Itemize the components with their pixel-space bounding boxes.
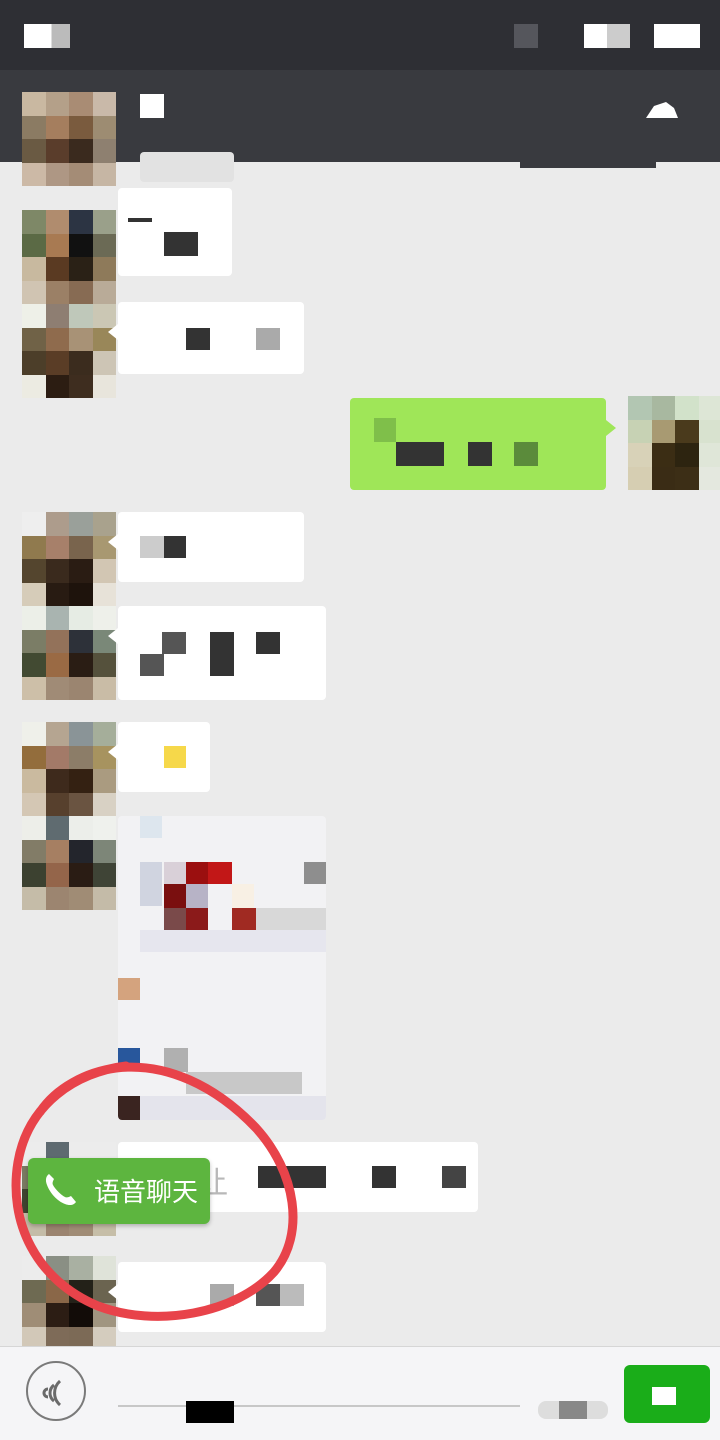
input-cursor-block xyxy=(186,1401,234,1423)
message-bubble[interactable] xyxy=(108,1262,326,1332)
chat-screen: 最后让 语音聊天 xyxy=(0,0,720,1440)
time-indicator xyxy=(24,24,70,48)
send-icon xyxy=(652,1387,676,1405)
message-bubble[interactable] xyxy=(108,722,210,792)
voice-chat-label: 语音聊天 xyxy=(94,1178,199,1208)
profile-icon[interactable] xyxy=(644,98,680,120)
message-bubble-outgoing[interactable] xyxy=(350,398,616,490)
avatar[interactable] xyxy=(22,92,116,186)
avatar[interactable] xyxy=(22,512,116,606)
back-arrow-icon[interactable] xyxy=(140,94,164,118)
voice-icon[interactable] xyxy=(26,1361,86,1421)
avatar[interactable] xyxy=(22,722,116,816)
avatar-self[interactable] xyxy=(628,396,720,490)
message-bubble[interactable] xyxy=(108,512,304,582)
send-button[interactable] xyxy=(624,1365,710,1423)
status-bar xyxy=(0,0,720,70)
voice-chat-button[interactable]: 语音聊天 xyxy=(28,1158,210,1224)
avatar[interactable] xyxy=(22,1256,116,1350)
message-input[interactable] xyxy=(118,1405,520,1407)
message-bubble[interactable] xyxy=(118,188,232,276)
message-bubble[interactable] xyxy=(108,302,304,374)
avatar[interactable] xyxy=(22,210,116,304)
message-bubble[interactable] xyxy=(108,606,326,700)
avatar[interactable] xyxy=(22,816,116,910)
message-image[interactable] xyxy=(118,816,326,1120)
avatar[interactable] xyxy=(22,606,116,700)
phone-icon xyxy=(45,1174,76,1206)
signal-icon xyxy=(584,24,630,48)
input-bar xyxy=(0,1346,720,1440)
avatar[interactable] xyxy=(22,304,116,398)
notification-icon xyxy=(514,24,538,48)
battery-icon xyxy=(654,24,700,48)
message-bubble[interactable] xyxy=(140,152,234,182)
voice-wave-icon xyxy=(42,1379,62,1407)
emoji-icon[interactable] xyxy=(538,1401,608,1419)
